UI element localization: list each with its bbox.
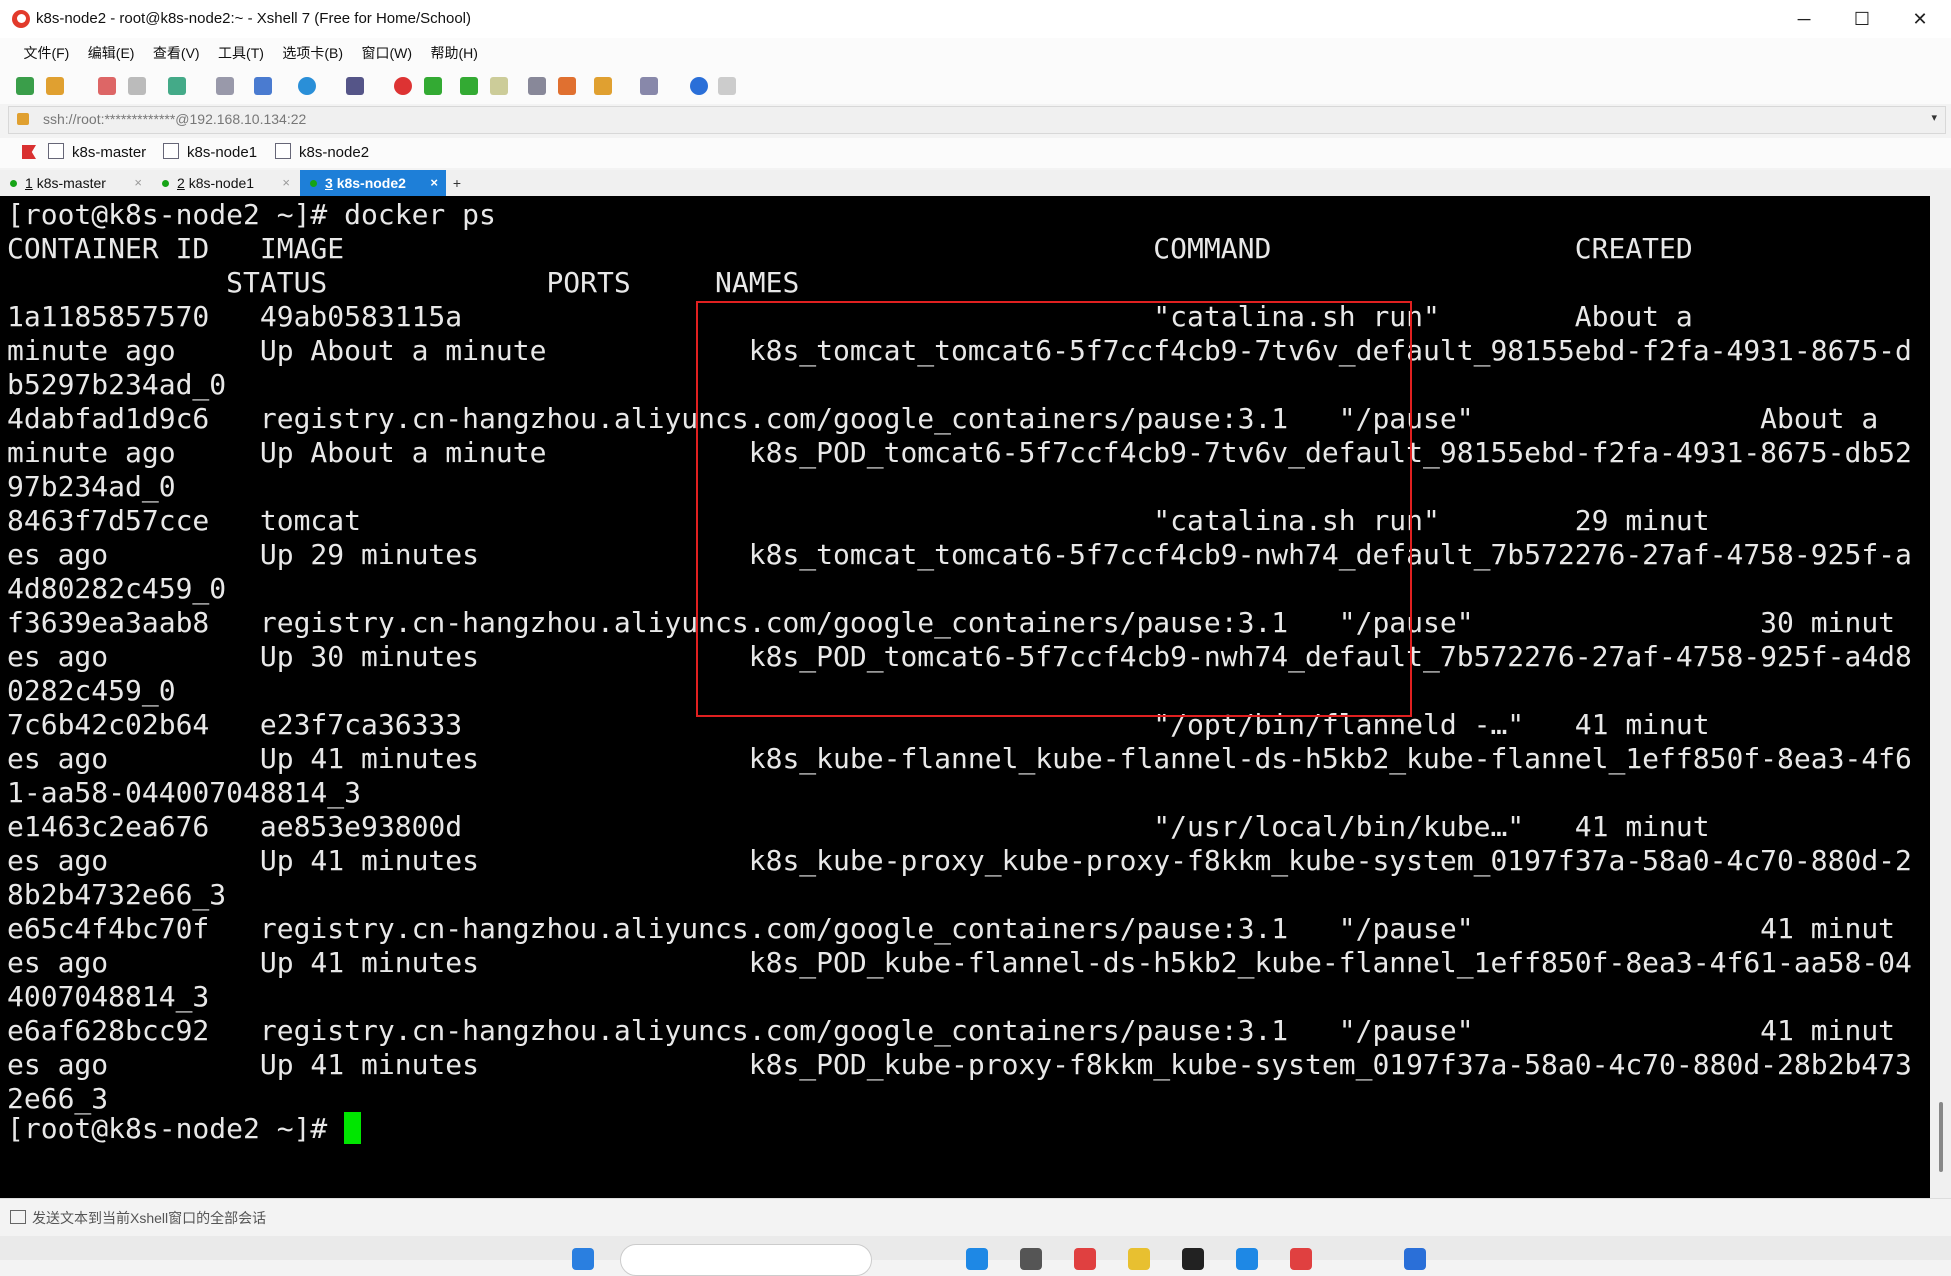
compose-bar[interactable]: 发送文本到当前Xshell窗口的全部会话 bbox=[0, 1198, 1951, 1235]
globe-icon[interactable] bbox=[298, 77, 316, 95]
lock-icon[interactable] bbox=[490, 77, 508, 95]
help-icon[interactable] bbox=[690, 77, 708, 95]
taskbar-app-icon[interactable] bbox=[1404, 1248, 1426, 1270]
disconnect-icon[interactable] bbox=[128, 77, 146, 95]
taskbar-app-icon[interactable] bbox=[1236, 1248, 1258, 1270]
new-tab-button[interactable]: + bbox=[448, 170, 466, 196]
menu-view[interactable]: 查看(V) bbox=[146, 38, 207, 68]
tab-close-icon[interactable]: × bbox=[282, 170, 290, 196]
xagent-icon[interactable] bbox=[424, 77, 442, 95]
terminal-scrollbar[interactable] bbox=[1930, 196, 1951, 1198]
terminal-line: STATUS PORTS NAMES bbox=[7, 266, 800, 299]
terminal-line: 0282c459_0 bbox=[7, 674, 176, 707]
address-dropdown-icon[interactable]: ▾ bbox=[1931, 111, 1937, 124]
keyboard-icon[interactable] bbox=[528, 77, 546, 95]
taskbar-app-icon[interactable] bbox=[1020, 1248, 1042, 1270]
reconnect-icon[interactable] bbox=[98, 77, 116, 95]
terminal-line: e65c4f4bc70f registry.cn-hangzhou.aliyun… bbox=[7, 912, 1896, 945]
tab-k8s-node1[interactable]: 2 k8s-node1 × bbox=[152, 170, 298, 196]
terminal-line: es ago Up 41 minutes k8s_kube-flannel_ku… bbox=[7, 742, 1912, 775]
annotation-highlight-box bbox=[696, 301, 1412, 717]
menu-window[interactable]: 窗口(W) bbox=[355, 38, 420, 68]
settings-icon[interactable] bbox=[168, 77, 186, 95]
tab-k8s-node2[interactable]: 3 k8s-node2 × bbox=[300, 170, 446, 196]
menu-file[interactable]: 文件(F) bbox=[16, 38, 76, 68]
link-k8s-node2[interactable]: k8s-node2 bbox=[275, 143, 369, 161]
search-icon[interactable] bbox=[216, 77, 234, 95]
maximize-button[interactable]: ☐ bbox=[1834, 0, 1890, 38]
taskbar-app-icon[interactable] bbox=[1128, 1248, 1150, 1270]
print-icon[interactable] bbox=[254, 77, 272, 95]
windows-taskbar bbox=[0, 1236, 1951, 1276]
menu-tab[interactable]: 选项卡(B) bbox=[275, 38, 350, 68]
font-icon[interactable] bbox=[346, 77, 364, 95]
session-link-icon bbox=[275, 143, 291, 159]
connected-dot-icon bbox=[162, 180, 169, 187]
taskbar-app-icon[interactable] bbox=[966, 1248, 988, 1270]
session-link-icon bbox=[163, 143, 179, 159]
fullscreen-icon[interactable] bbox=[460, 77, 478, 95]
scrollbar-thumb[interactable] bbox=[1939, 1102, 1943, 1172]
terminal-line: e6af628bcc92 registry.cn-hangzhou.aliyun… bbox=[7, 1014, 1896, 1047]
taskbar-app-icon[interactable] bbox=[1182, 1248, 1204, 1270]
taskbar-search[interactable] bbox=[620, 1244, 872, 1276]
tab-k8s-master[interactable]: 1 k8s-master × bbox=[0, 170, 150, 196]
compose-hint: 发送文本到当前Xshell窗口的全部会话 bbox=[32, 1210, 267, 1226]
session-link-icon bbox=[48, 143, 64, 159]
script-icon[interactable] bbox=[594, 77, 612, 95]
xshell-app-icon bbox=[12, 10, 30, 28]
terminal-line: es ago Up 41 minutes k8s_POD_kube-flanne… bbox=[7, 946, 1912, 979]
terminal-cursor bbox=[344, 1112, 362, 1144]
start-icon[interactable] bbox=[572, 1248, 594, 1270]
connected-dot-icon bbox=[310, 180, 317, 187]
terminal-line: CONTAINER ID IMAGE COMMAND CREATED bbox=[7, 232, 1693, 265]
title-bar: k8s-node2 - root@k8s-node2:~ - Xshell 7 … bbox=[0, 0, 1951, 38]
address-bar[interactable]: ssh://root:*************@192.168.10.134:… bbox=[8, 106, 1946, 134]
terminal-line: 97b234ad_0 bbox=[7, 470, 176, 503]
minimize-button[interactable]: ─ bbox=[1776, 0, 1832, 38]
terminal-line: es ago Up 41 minutes k8s_kube-proxy_kube… bbox=[7, 844, 1912, 877]
terminal-line: b5297b234ad_0 bbox=[7, 368, 227, 401]
close-button[interactable]: ✕ bbox=[1892, 0, 1948, 38]
terminal-line: 8b2b4732e66_3 bbox=[7, 878, 227, 911]
menu-help[interactable]: 帮助(H) bbox=[424, 38, 485, 68]
links-flag-icon bbox=[22, 145, 36, 159]
terminal-line: 2e66_3 bbox=[7, 1082, 109, 1115]
terminal-line: 4d80282c459_0 bbox=[7, 572, 227, 605]
link-k8s-master[interactable]: k8s-master bbox=[48, 143, 146, 161]
links-bar: k8s-master k8s-node1 k8s-node2 bbox=[0, 138, 1951, 168]
terminal-line: e1463c2ea676 ae853e93800d "/usr/local/bi… bbox=[7, 810, 1710, 843]
terminal-line: 1-aa58-044007048814_3 bbox=[7, 776, 362, 809]
link-k8s-node1[interactable]: k8s-node1 bbox=[163, 143, 257, 161]
window-title: k8s-node2 - root@k8s-node2:~ - Xshell 7 … bbox=[36, 10, 472, 27]
terminal-prompt-line[interactable]: [root@k8s-node2 ~]# bbox=[7, 1112, 362, 1146]
taskbar-app-icon[interactable] bbox=[1290, 1248, 1312, 1270]
terminal-line: 4007048814_3 bbox=[7, 980, 210, 1013]
highlight-icon[interactable] bbox=[558, 77, 576, 95]
session-tabs: 1 k8s-master × 2 k8s-node1 × 3 k8s-node2… bbox=[0, 170, 1951, 196]
terminal-line: es ago Up 41 minutes k8s_POD_kube-proxy-… bbox=[7, 1048, 1912, 1081]
lock-icon bbox=[17, 113, 29, 125]
tab-close-icon[interactable]: × bbox=[430, 170, 438, 196]
toolbar bbox=[0, 68, 1951, 104]
address-input[interactable]: ssh://root:*************@192.168.10.134:… bbox=[43, 111, 306, 127]
connected-dot-icon bbox=[10, 180, 17, 187]
xftp-icon[interactable] bbox=[394, 77, 412, 95]
layout-icon[interactable] bbox=[640, 77, 658, 95]
menu-tools[interactable]: 工具(T) bbox=[211, 38, 271, 68]
terminal-prompt: [root@k8s-node2 ~]# bbox=[7, 1112, 345, 1145]
menu-edit[interactable]: 编辑(E) bbox=[81, 38, 142, 68]
chat-icon[interactable] bbox=[718, 77, 736, 95]
tab-close-icon[interactable]: × bbox=[134, 170, 142, 196]
open-folder-icon[interactable] bbox=[46, 77, 64, 95]
compose-icon bbox=[10, 1210, 26, 1224]
taskbar-app-icon[interactable] bbox=[1074, 1248, 1096, 1270]
new-session-icon[interactable] bbox=[16, 77, 34, 95]
menu-bar: 文件(F) 编辑(E) 查看(V) 工具(T) 选项卡(B) 窗口(W) 帮助(… bbox=[0, 38, 1951, 68]
terminal-line: [root@k8s-node2 ~]# docker ps bbox=[7, 198, 496, 231]
